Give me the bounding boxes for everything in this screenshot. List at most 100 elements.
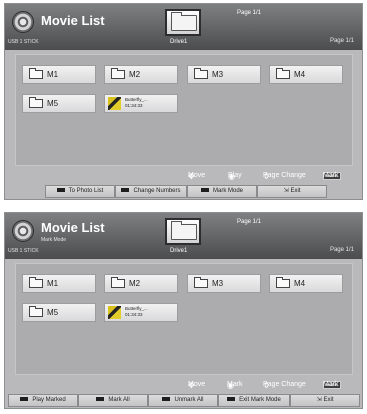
header: Movie List USB 1 STICK Drive1 Page 1/1 P… [5, 4, 362, 50]
folder-label: M2 [129, 70, 141, 79]
folder-tile-m5[interactable]: M5 [22, 303, 96, 322]
mark-all-button[interactable]: Mark All [78, 394, 148, 407]
folder-label: M5 [47, 308, 59, 317]
button-bar: To Photo List Change Numbers Mark Mode ⇲… [5, 185, 362, 199]
exit-button[interactable]: ⇲ Exit [257, 185, 327, 198]
play-marked-button[interactable]: Play Marked [8, 394, 78, 407]
button-label: To Photo List [68, 188, 104, 194]
folder-icon [111, 68, 125, 79]
drive-folder-icon[interactable] [165, 9, 201, 36]
folder-tile-m1[interactable]: M1 [22, 274, 96, 293]
disc-icon [12, 11, 34, 33]
folder-label: M2 [129, 279, 141, 288]
nav-play-label: Play [228, 172, 242, 179]
drive-label: Drive1 [170, 39, 188, 45]
page-indicator-right: Page 1/1 [329, 247, 354, 253]
change-numbers-button[interactable]: Change Numbers [115, 185, 187, 198]
folder-icon [29, 68, 43, 79]
drive-folder-icon[interactable] [165, 218, 201, 245]
to-photo-list-button[interactable]: To Photo List [45, 185, 115, 198]
folder-tile-m5[interactable]: M5 [22, 94, 96, 113]
movie-list-screen: Movie List USB 1 STICK Drive1 Page 1/1 P… [4, 3, 363, 200]
video-thumbnail [108, 97, 121, 110]
video-name: Butterfly_... [125, 306, 148, 311]
video-info: Butterfly_... 01:34:33 [125, 306, 148, 318]
button-label: Exit [323, 397, 334, 403]
folder-icon [276, 277, 290, 288]
nav-page-change-label: Page Change [263, 381, 306, 388]
exit-icon: ⇲ [283, 188, 289, 194]
video-thumbnail [108, 306, 121, 319]
video-duration: 01:34:33 [125, 312, 143, 317]
nav-hints: ✥ Move ◉ Play ⇕ Page Change MARK Mark [5, 170, 362, 182]
folder-icon [276, 68, 290, 79]
nav-move-label: Move [188, 172, 206, 179]
folder-tile-m2[interactable]: M2 [104, 274, 178, 293]
blue-key-icon [227, 397, 236, 401]
page-title: Movie List [41, 220, 105, 235]
mode-label: Mark Mode [41, 237, 67, 243]
folder-tile-m3[interactable]: M3 [187, 274, 261, 293]
exit-button[interactable]: ⇲ Exit [290, 394, 360, 407]
green-key-icon [96, 397, 105, 401]
folder-icon [29, 97, 43, 108]
folder-label: M4 [294, 279, 306, 288]
nav-move-label: Move [188, 381, 206, 388]
drive-label: Drive1 [170, 248, 188, 254]
nav-mark2-label: Mark [323, 381, 339, 388]
page-indicator-right: Page 1/1 [329, 38, 354, 44]
button-label: Exit Mark Mode [239, 397, 281, 403]
video-tile[interactable]: Butterfly_... 01:34:33 [104, 94, 178, 113]
folder-tile-m4[interactable]: M4 [269, 274, 343, 293]
folder-tile-m1[interactable]: M1 [22, 65, 96, 84]
video-duration: 01:34:33 [125, 103, 143, 108]
button-label: Mark All [108, 397, 130, 403]
button-bar: Play Marked Mark All Unmark All Exit Mar… [5, 394, 362, 408]
folder-label: M1 [47, 70, 59, 79]
folder-label: M4 [294, 70, 306, 79]
device-label: USB 1 STICK [8, 248, 39, 254]
button-label: Exit [290, 188, 301, 194]
device-label: USB 1 STICK [8, 39, 39, 45]
red-key-icon [20, 397, 29, 401]
folder-icon [29, 306, 43, 317]
nav-mark-label: Mark [227, 381, 243, 388]
disc-icon [12, 220, 34, 242]
video-tile[interactable]: Butterfly_... 01:34:33 [104, 303, 178, 322]
video-info: Butterfly_... 01:34:33 [125, 97, 148, 109]
unmark-all-button[interactable]: Unmark All [148, 394, 218, 407]
mark-mode-button[interactable]: Mark Mode [187, 185, 257, 198]
folder-icon [29, 277, 43, 288]
yellow-key-icon [200, 188, 209, 192]
header: Movie List Mark Mode USB 1 STICK Drive1 … [5, 213, 362, 259]
folder-label: M1 [47, 279, 59, 288]
nav-page-change-label: Page Change [263, 172, 306, 179]
green-key-icon [121, 188, 130, 192]
nav-hints: ✥ Move ◉ Mark ⇕ Page Change MARK Mark [5, 379, 362, 391]
folder-tile-m2[interactable]: M2 [104, 65, 178, 84]
folder-label: M5 [47, 99, 59, 108]
folder-tile-m3[interactable]: M3 [187, 65, 261, 84]
button-label: Play Marked [32, 397, 66, 403]
red-key-icon [56, 188, 65, 192]
page-title: Movie List [41, 13, 105, 28]
yellow-key-icon [162, 397, 171, 401]
file-grid: M1 M2 M3 M4 M5 Butterfly_... 01:34:33 [15, 263, 353, 375]
button-label: Mark Mode [212, 188, 243, 194]
page-indicator: Page 1/1 [237, 219, 262, 225]
folder-icon [194, 68, 208, 79]
file-grid: M1 M2 M3 M4 M5 Butterfly_... 01:34:33 [15, 54, 353, 166]
folder-icon [111, 277, 125, 288]
folder-icon [194, 277, 208, 288]
exit-icon: ⇲ [316, 397, 322, 403]
folder-label: M3 [212, 279, 224, 288]
nav-mark-label: Mark [323, 172, 339, 179]
page-indicator: Page 1/1 [237, 10, 262, 16]
folder-tile-m4[interactable]: M4 [269, 65, 343, 84]
folder-label: M3 [212, 70, 224, 79]
video-name: Butterfly_... [125, 97, 148, 102]
exit-mark-mode-button[interactable]: Exit Mark Mode [218, 394, 290, 407]
button-label: Change Numbers [133, 188, 181, 194]
button-label: Unmark All [174, 397, 204, 403]
movie-list-mark-mode-screen: Movie List Mark Mode USB 1 STICK Drive1 … [4, 212, 363, 409]
